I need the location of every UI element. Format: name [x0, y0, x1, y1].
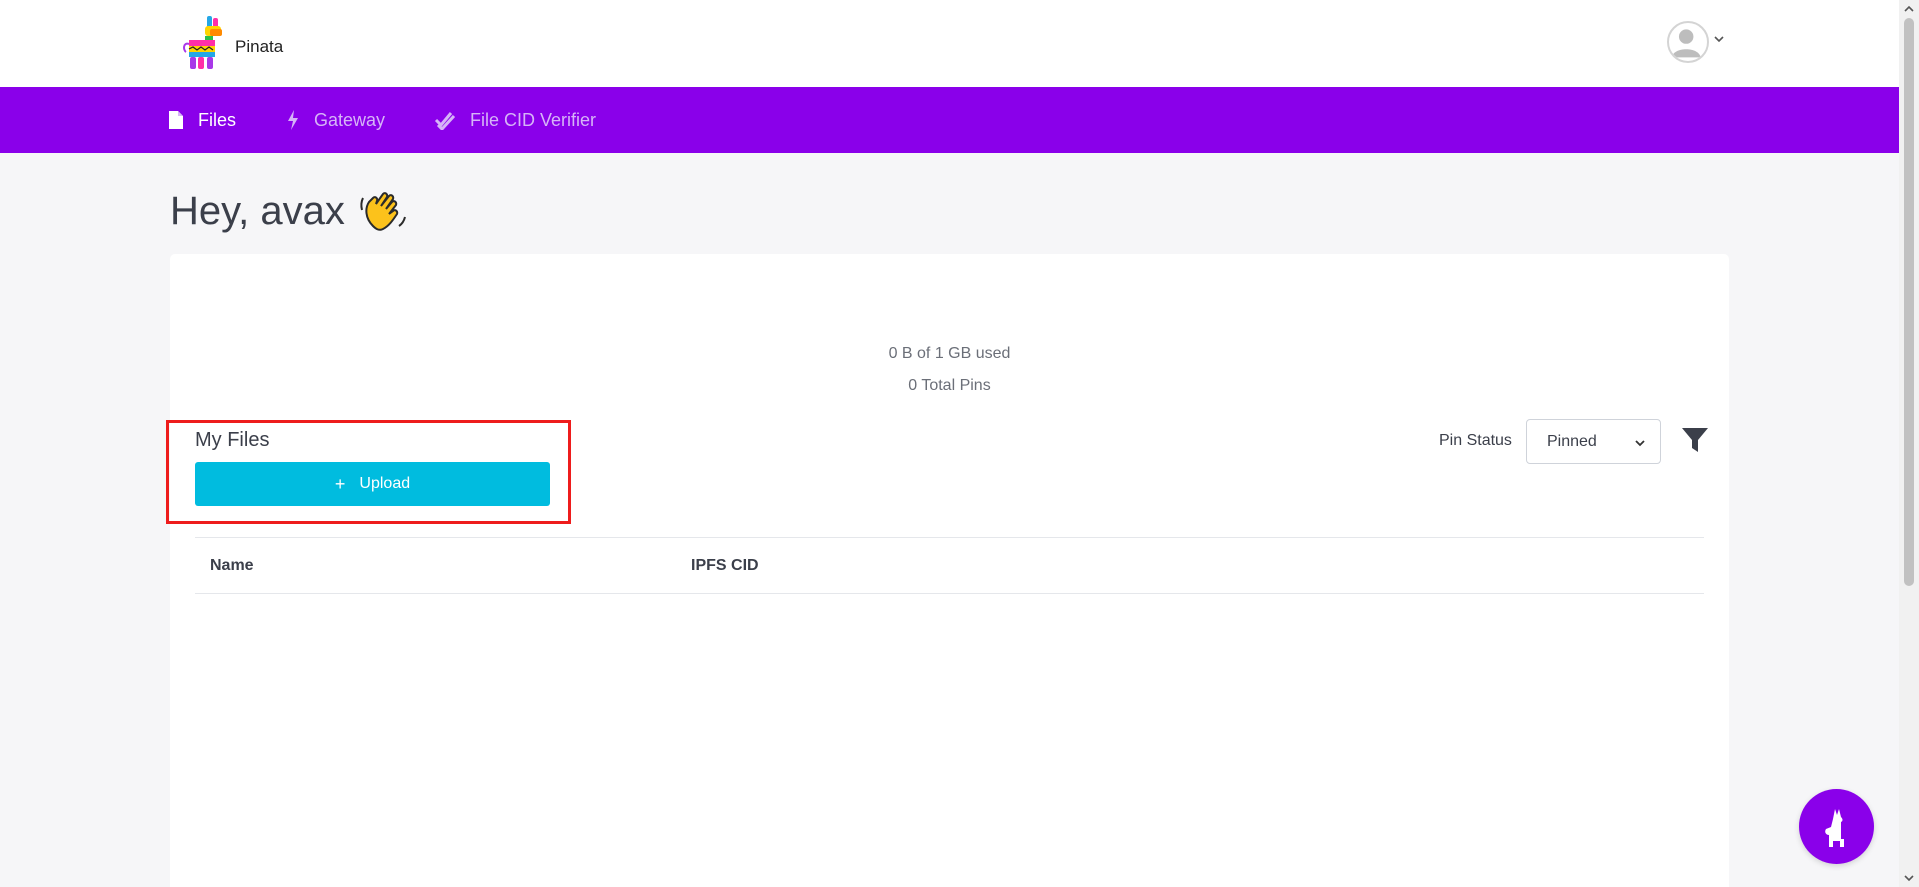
nav-item-gateway[interactable]: Gateway	[286, 87, 385, 153]
pin-status-label: Pin Status	[1439, 432, 1512, 449]
scroll-down-icon[interactable]	[1903, 873, 1915, 883]
pinata-logo-icon[interactable]	[183, 14, 225, 72]
plus-icon: +	[334, 473, 346, 494]
file-icon	[169, 111, 183, 129]
column-header-ipfs-cid[interactable]: IPFS CID	[691, 557, 759, 575]
pin-status-select[interactable]: Pinned	[1526, 419, 1661, 464]
files-card: 0 B of 1 GB used 0 Total Pins My Files +…	[166, 254, 1729, 887]
pin-status-value: Pinned	[1547, 432, 1597, 450]
user-avatar[interactable]	[1667, 21, 1709, 63]
nav-item-file-cid-verifier[interactable]: File CID Verifier	[434, 87, 596, 153]
chevron-down-icon[interactable]	[1713, 34, 1725, 44]
upload-label: Upload	[359, 475, 411, 492]
main-navbar: Files Gateway File CID Verifier	[0, 87, 1899, 153]
llama-icon	[1824, 808, 1844, 847]
page-greeting: Hey, avax	[170, 186, 409, 236]
nav-item-label: Files	[198, 109, 237, 130]
waving-hand-icon	[360, 192, 406, 231]
column-header-name[interactable]: Name	[210, 557, 254, 575]
double-check-icon	[434, 112, 456, 130]
brand-name: Pinata	[235, 37, 284, 56]
greeting-text: Hey, avax	[170, 188, 345, 233]
upload-button[interactable]: + Upload	[195, 462, 550, 506]
top-header: Pinata	[0, 0, 1899, 87]
nav-item-files[interactable]: Files	[168, 87, 236, 153]
user-silhouette-icon	[1671, 29, 1701, 58]
nav-item-label: File CID Verifier	[470, 109, 597, 130]
page-scrollbar[interactable]	[1899, 0, 1919, 887]
pinata-app: Pinata Files Gateway File CID Verifier H…	[0, 0, 1919, 887]
scrollbar-thumb[interactable]	[1904, 18, 1914, 586]
support-chat-button[interactable]	[1799, 789, 1874, 864]
total-pins: 0 Total Pins	[908, 377, 991, 394]
nav-item-label: Gateway	[314, 109, 386, 130]
files-table-header: Name IPFS CID	[195, 537, 1704, 594]
bolt-icon	[288, 110, 298, 130]
my-files-title: My Files	[195, 429, 270, 451]
storage-usage: 0 B of 1 GB used	[888, 345, 1011, 362]
chevron-down-icon	[1635, 440, 1645, 447]
filter-icon[interactable]	[1680, 425, 1710, 455]
scroll-up-icon[interactable]	[1903, 4, 1915, 14]
